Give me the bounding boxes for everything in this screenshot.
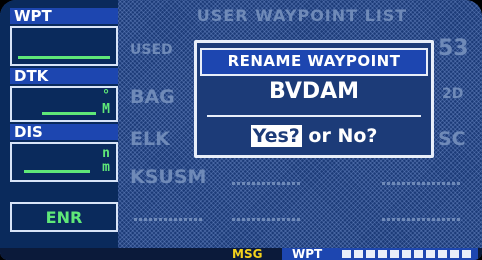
list-item-fragment: 2D [442,86,464,102]
waypoint-name: BVDAM [268,79,360,104]
dialog-title: RENAME WAYPOINT [200,48,428,76]
list-placeholder [232,182,302,185]
page-position-indicator [342,250,474,258]
list-placeholder [382,182,460,185]
list-placeholder [382,218,460,221]
dtk-value-dash [42,112,96,115]
dis-unit-top: n [102,146,110,161]
no-button[interactable]: or No? [308,125,377,147]
wpt-label: WPT [10,8,118,24]
dtk-label: DTK [10,68,118,84]
list-item[interactable]: BAG [130,86,175,108]
yes-button[interactable]: Yes? [250,125,302,147]
mode-text: ENR [45,208,83,227]
used-label: USED [130,42,173,58]
used-count: 53 [438,36,469,61]
page-title: USER WAYPOINT LIST [196,6,408,25]
sidebar: WPT DTK ° M DIS n m ENR [0,0,118,248]
dis-unit-bottom: m [102,160,110,175]
dtk-mag-unit: M [102,102,110,117]
wpt-field [10,26,118,66]
wpt-value-dash [18,56,110,59]
msg-annunciator: MSG [232,247,263,260]
dialog-divider [207,115,421,117]
list-item[interactable]: ELK [130,128,170,150]
mode-annunciator: ENR [10,202,118,232]
dialog-choice: Yes? or No? [197,125,431,147]
dis-value-dash [24,170,90,173]
list-placeholder [232,218,302,221]
dtk-field: ° M [10,86,118,122]
status-bar: MSG WPT [0,248,482,260]
rename-waypoint-dialog: RENAME WAYPOINT BVDAM Yes? or No? [194,40,434,158]
list-item-fragment: SC [438,128,466,150]
page-group-label: WPT [292,247,323,260]
dtk-degree-unit: ° [102,88,110,103]
gps-screen: WPT DTK ° M DIS n m ENR USER WAYPOINT LI… [0,0,482,260]
list-item[interactable]: KSUSM [130,166,206,188]
dis-field: n m [10,142,118,182]
dis-label: DIS [10,124,118,140]
list-placeholder [134,218,204,221]
